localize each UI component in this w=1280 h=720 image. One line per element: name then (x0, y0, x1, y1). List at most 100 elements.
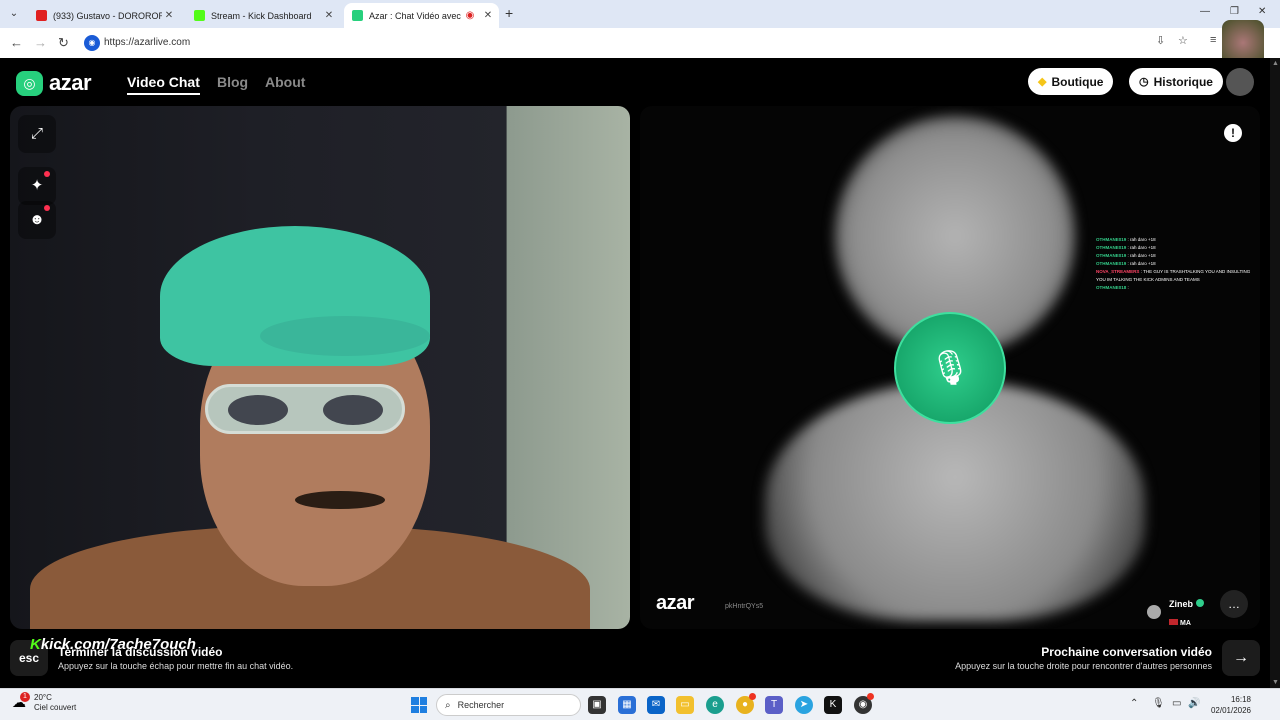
nav-about[interactable]: About (265, 74, 305, 90)
recording-icon: ◉ (465, 10, 475, 21)
close-window-button[interactable]: ✕ (1258, 6, 1266, 17)
cap-brim (260, 316, 430, 356)
remote-video: 🎙 ! OTHMANE019 : rah daro +18 OTHMANE019… (640, 106, 1260, 629)
scroll-up-icon[interactable]: ▲ (1272, 60, 1279, 67)
taskbar-search[interactable]: ⌕ Rechercher (436, 694, 581, 716)
network-icon[interactable]: ▭ (1172, 698, 1181, 709)
close-tab-icon[interactable]: ✕ (322, 10, 336, 21)
chat-user: NOVA_STREAMERS (1096, 269, 1140, 274)
report-icon[interactable]: ! (1224, 124, 1242, 142)
tab-kick-dashboard[interactable]: Stream - Kick Dashboard ✕ (186, 3, 340, 28)
telegram-icon[interactable]: ➤ (795, 696, 813, 714)
clock-time: 16:18 (1230, 695, 1251, 704)
chat-user: OTHMANE019 (1096, 237, 1127, 242)
edge-icon[interactable]: e (706, 696, 724, 714)
tab-search-icon[interactable]: ⌄ (6, 6, 22, 22)
azar-logo[interactable]: ◎ azar (16, 70, 92, 96)
weather-badge: 1 (20, 692, 30, 702)
azar-watermark: azar (656, 592, 695, 614)
tab-title: Azar : Chat Vidéo avec de n (369, 10, 463, 21)
kick-logo-icon: K (30, 636, 41, 653)
microphone-icon[interactable]: 🎙 (894, 312, 1006, 424)
peer-avatar (1147, 605, 1161, 619)
windows-start-icon[interactable] (411, 697, 427, 713)
tab-title: (933) Gustavo - DORORORO (O (53, 10, 162, 21)
notification-dot (44, 171, 50, 177)
url-field[interactable]: ◉ https://azarlive.com (82, 32, 1192, 54)
search-placeholder: Rechercher (457, 700, 505, 710)
volume-icon[interactable]: 🔊 (1188, 698, 1200, 709)
obs-icon[interactable]: ◉ (854, 693, 874, 714)
history-button[interactable]: ◷ Historique (1129, 68, 1223, 95)
effects-button[interactable]: ✦ (18, 167, 56, 205)
search-icon: ⌕ (445, 699, 451, 711)
local-video (10, 106, 630, 629)
weather-icon: ☁ 1 (12, 692, 30, 712)
sticker-button[interactable]: ☻ (18, 201, 56, 239)
gem-icon: ◆ (1038, 76, 1047, 88)
tab-youtube[interactable]: (933) Gustavo - DORORORO (O ✕ (28, 3, 180, 28)
mustache (295, 491, 385, 509)
lens (323, 395, 383, 425)
scroll-down-icon[interactable]: ▼ (1272, 679, 1279, 686)
chat-user: OTHMANE019 (1096, 261, 1127, 266)
verified-icon (1196, 599, 1204, 607)
task-view-icon[interactable]: ▣ (588, 696, 606, 714)
shop-button[interactable]: ◆ Boutique (1028, 68, 1114, 95)
morocco-flag-icon (1169, 619, 1178, 625)
peer-name: Zineb (1169, 599, 1193, 609)
chat-user: OTHMANE019 (1096, 253, 1127, 258)
back-icon[interactable]: ← (10, 35, 23, 50)
nav-video-chat[interactable]: Video Chat (127, 74, 200, 95)
system-clock[interactable]: 16:18 02/01/2026 (1205, 694, 1251, 716)
page-scrollbar[interactable]: ▲ ▼ (1270, 58, 1280, 688)
chat-icon[interactable]: … (1220, 590, 1248, 618)
weather-widget[interactable]: ☁ 1 20°C Ciel couvert (12, 692, 76, 713)
store-icon[interactable]: ▦ (618, 696, 636, 714)
peer-country: MA (1180, 620, 1191, 627)
windows-taskbar: ☁ 1 20°C Ciel couvert ⌕ Rechercher ▣ ▦ ✉ … (0, 688, 1280, 720)
reload-icon[interactable]: ↻ (58, 35, 69, 51)
next-chat-subtitle: Appuyez sur la touche droite pour rencon… (955, 661, 1212, 671)
logo-text: azar (49, 70, 92, 95)
azar-page: ◎ azar Video Chat Blog About ◆ Boutique … (0, 58, 1270, 706)
install-app-icon[interactable]: ⇩ (1156, 34, 1165, 47)
close-tab-icon[interactable]: ✕ (481, 10, 495, 21)
teams-icon[interactable]: T (765, 696, 783, 714)
site-info-icon[interactable]: ◉ (84, 35, 100, 51)
chat-text: rah daro +18 (1130, 245, 1156, 250)
temperature: 20°C (34, 693, 52, 702)
tray-overflow-icon[interactable]: ⌃ (1130, 698, 1138, 709)
lens (228, 395, 288, 425)
youtube-icon (36, 10, 47, 21)
kick-app-icon[interactable]: K (824, 696, 842, 714)
sunglasses (205, 384, 405, 434)
clock-date: 02/01/2026 (1210, 706, 1251, 715)
microphone-tray-icon[interactable]: 🎙 (1152, 698, 1165, 709)
file-explorer-icon[interactable]: ▭ (676, 696, 694, 714)
chat-text: rah daro +18 (1130, 261, 1156, 266)
kick-url: kick.com/7ache7ouch (40, 636, 196, 653)
tab-title: Stream - Kick Dashboard (211, 10, 312, 21)
clock-icon: ◷ (1139, 76, 1149, 88)
minimize-button[interactable]: — (1200, 6, 1210, 17)
chat-user: OTHMANE018 (1096, 285, 1127, 290)
end-chat-subtitle: Appuyez sur la touche échap pour mettre … (58, 661, 294, 671)
watermark-id: pkHntrQYs5 (725, 603, 764, 610)
outlook-icon[interactable]: ✉ (647, 696, 665, 714)
close-tab-icon[interactable]: ✕ (162, 10, 176, 21)
tab-azar[interactable]: Azar : Chat Vidéo avec de n ◉ ✕ (344, 3, 499, 28)
forward-icon[interactable]: → (34, 35, 47, 50)
next-chat-button[interactable]: → (1222, 640, 1260, 676)
nav-blog[interactable]: Blog (217, 74, 248, 90)
new-tab-button[interactable]: + (505, 5, 513, 21)
shop-label: Boutique (1051, 74, 1104, 89)
reading-list-icon[interactable]: ≡ (1210, 34, 1216, 46)
chrome-icon[interactable]: ● (736, 693, 756, 714)
peer-info[interactable]: Zineb MA (1147, 594, 1204, 629)
bookmark-star-icon[interactable]: ☆ (1178, 34, 1188, 47)
maximize-button[interactable]: ❐ (1230, 6, 1239, 17)
user-avatar[interactable] (1226, 68, 1254, 96)
expand-button[interactable]: ⤢ (18, 115, 56, 153)
azar-logo-icon: ◎ (16, 70, 43, 96)
